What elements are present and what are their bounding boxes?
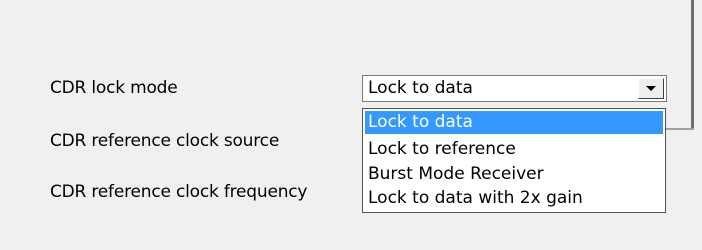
cdr-lock-mode-label: CDR lock mode — [50, 78, 178, 98]
dropdown-arrow-button[interactable] — [638, 78, 664, 99]
dropdown-option-lock-to-data-2x-gain[interactable]: Lock to data with 2x gain — [365, 186, 663, 210]
cdr-lock-mode-combobox[interactable]: Lock to data — [362, 75, 667, 102]
cdr-reference-clock-source-label: CDR reference clock source — [50, 131, 280, 151]
dropdown-option-burst-mode-receiver[interactable]: Burst Mode Receiver — [365, 162, 663, 186]
cdr-lock-mode-dropdown-list[interactable]: Lock to data Lock to reference Burst Mod… — [362, 108, 666, 213]
panel-border-right — [691, 0, 694, 130]
dropdown-option-lock-to-reference[interactable]: Lock to reference — [365, 137, 663, 161]
dropdown-option-lock-to-data[interactable]: Lock to data — [365, 111, 663, 134]
chevron-down-icon — [646, 86, 656, 91]
cdr-lock-mode-selected-value: Lock to data — [368, 78, 473, 98]
cdr-reference-clock-frequency-label: CDR reference clock frequency — [50, 182, 308, 202]
